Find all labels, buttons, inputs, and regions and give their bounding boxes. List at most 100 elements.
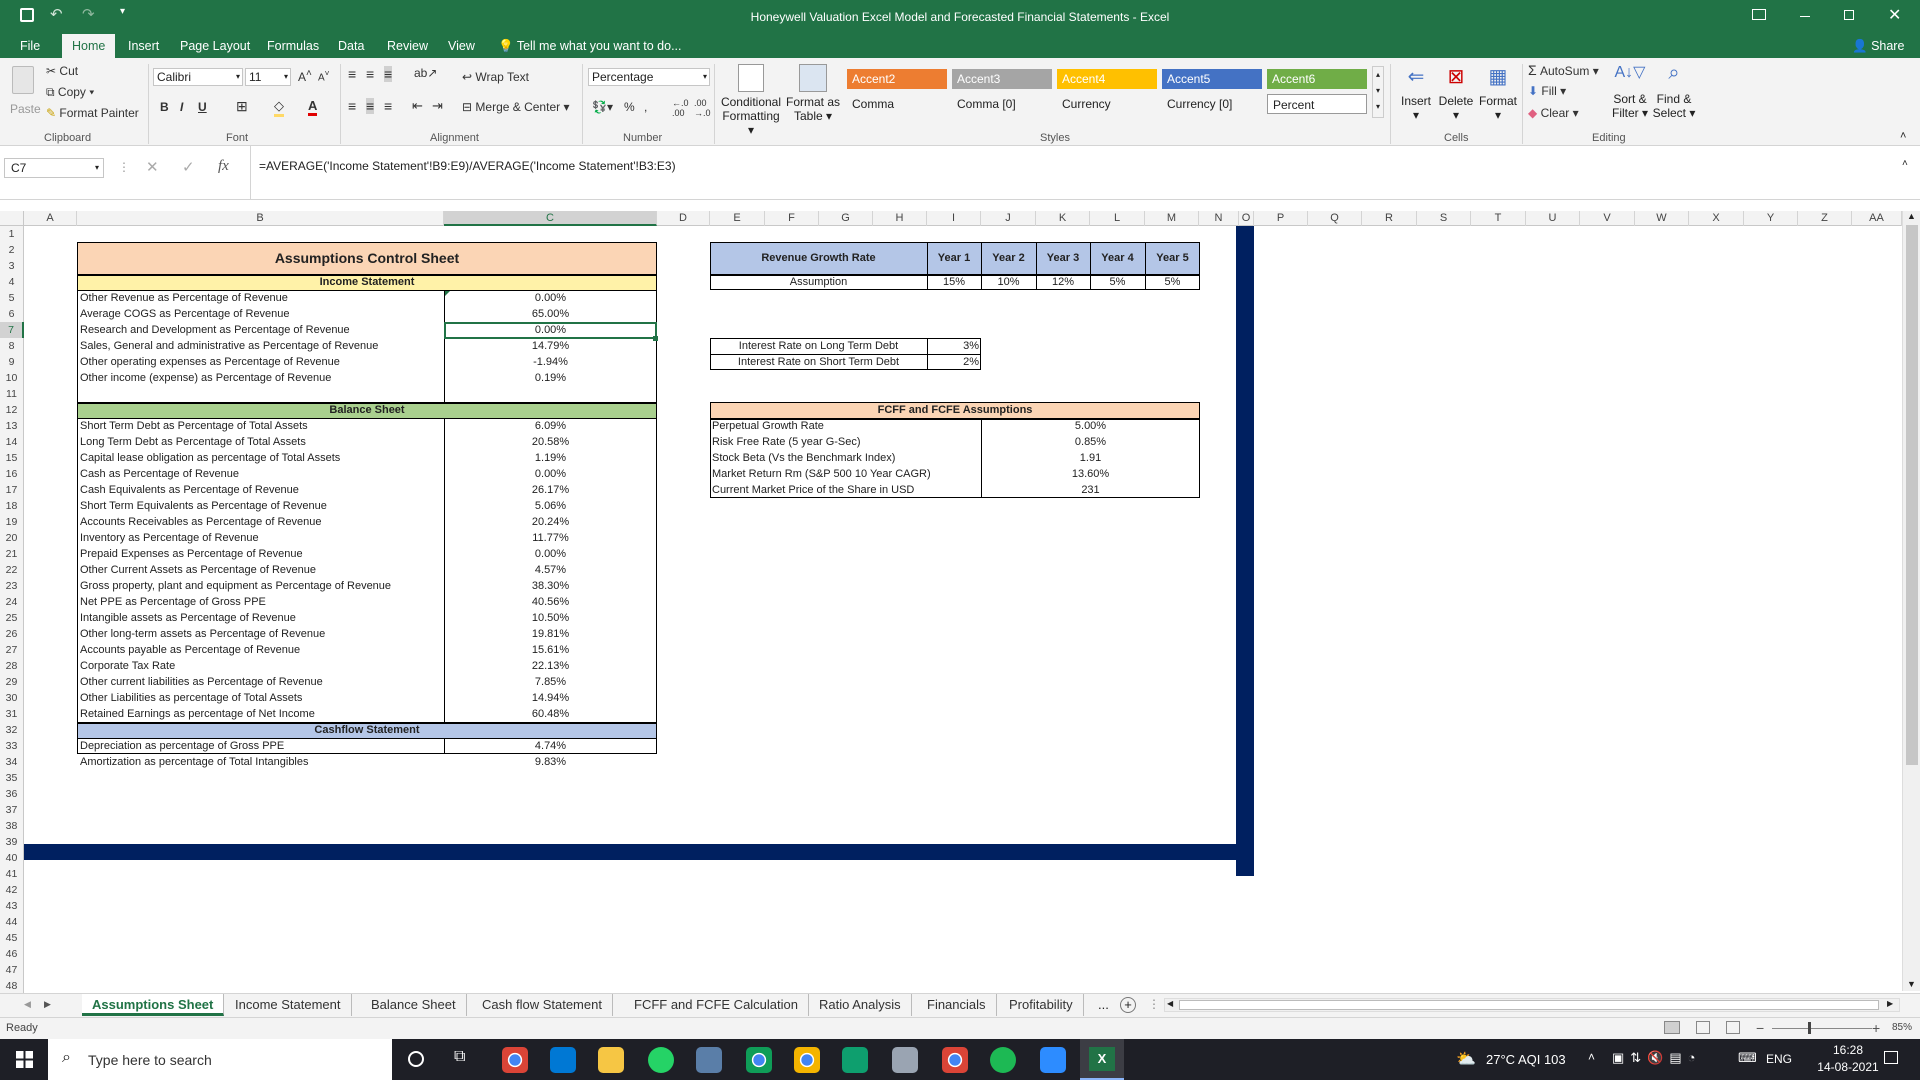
weather-text[interactable]: 27°C AQI 103 xyxy=(1486,1052,1566,1067)
tab-data[interactable]: Data xyxy=(338,34,364,58)
col-header[interactable]: A xyxy=(24,211,77,226)
taskbar-search-box[interactable]: ⌕ Type here to search xyxy=(48,1039,392,1080)
worksheet-grid[interactable]: A B C D E F G H I J K L M N O P Q R S T … xyxy=(0,211,1920,1001)
row-header[interactable]: 27 xyxy=(0,642,24,658)
align-middle-icon[interactable]: ≡ xyxy=(366,66,374,82)
zoom-slider-thumb[interactable] xyxy=(1808,1022,1811,1034)
italic-button[interactable]: I xyxy=(180,100,183,114)
sheet-tab-ratio[interactable]: Ratio Analysis xyxy=(809,994,912,1016)
fill-color-icon[interactable]: ◇ xyxy=(274,98,284,117)
row-header[interactable]: 31 xyxy=(0,706,24,722)
row-header[interactable]: 19 xyxy=(0,514,24,530)
notification-icon[interactable] xyxy=(1884,1051,1898,1064)
col-header[interactable]: D xyxy=(657,211,710,226)
increase-indent-icon[interactable]: ⇥ xyxy=(432,98,443,114)
number-format-select[interactable]: Percentage ▾ xyxy=(588,68,710,86)
more-options-icon[interactable]: ⋮ xyxy=(118,160,130,174)
insert-cells-button[interactable]: ⇐ Insert ▾ xyxy=(1398,64,1434,122)
normal-view-icon[interactable] xyxy=(1664,1021,1680,1034)
hscroll-thumb[interactable] xyxy=(1179,1000,1879,1010)
row-header[interactable]: 12 xyxy=(0,402,24,418)
scroll-thumb[interactable] xyxy=(1906,225,1918,765)
col-header[interactable]: W xyxy=(1635,211,1689,226)
row-header[interactable]: 18 xyxy=(0,498,24,514)
row-header[interactable]: 5 xyxy=(0,290,24,306)
col-header[interactable]: T xyxy=(1471,211,1526,226)
zoom-level[interactable]: 85% xyxy=(1892,1022,1912,1033)
cell-style-comma-0[interactable]: Comma [0] xyxy=(952,94,1052,114)
task-view-icon[interactable]: ⧉ xyxy=(454,1048,465,1066)
row-header[interactable]: 25 xyxy=(0,610,24,626)
col-header[interactable]: G xyxy=(819,211,873,226)
row-header[interactable]: 3 xyxy=(0,258,24,274)
row-header[interactable]: 48 xyxy=(0,978,24,994)
row-header[interactable]: 21 xyxy=(0,546,24,562)
fill-handle[interactable] xyxy=(653,336,658,341)
col-header[interactable]: X xyxy=(1689,211,1744,226)
col-header[interactable]: M xyxy=(1145,211,1199,226)
row-header[interactable]: 33 xyxy=(0,738,24,754)
sheet-tab-cashflow[interactable]: Cash flow Statement xyxy=(472,994,613,1016)
page-break-view-icon[interactable] xyxy=(1726,1021,1740,1034)
sheet-tab-income[interactable]: Income Statement xyxy=(225,994,352,1016)
name-box[interactable]: C7 ▾ xyxy=(4,158,104,178)
vertical-scrollbar[interactable]: ▲ ▼ xyxy=(1902,211,1920,991)
expand-formula-icon[interactable]: ˄ xyxy=(1902,158,1908,169)
row-header[interactable]: 45 xyxy=(0,930,24,946)
wrap-text-button[interactable]: ↩ Wrap Text xyxy=(462,70,529,84)
assumption-value[interactable]: 9.83% xyxy=(444,754,657,770)
copy-button[interactable]: ⧉ Copy ▾ xyxy=(46,85,94,100)
zoom-in-button[interactable]: + xyxy=(1872,1020,1880,1036)
horizontal-scrollbar[interactable]: ◀ ▶ xyxy=(1164,998,1900,1012)
conditional-formatting-button[interactable]: Conditional Formatting ▾ xyxy=(720,64,782,137)
collapse-ribbon-icon[interactable]: ˄ xyxy=(1900,130,1906,142)
row-header[interactable]: 41 xyxy=(0,866,24,882)
col-header[interactable]: H xyxy=(873,211,927,226)
row-header[interactable]: 22 xyxy=(0,562,24,578)
decrease-font-icon[interactable]: A˅ xyxy=(318,68,330,83)
cell-style-accent3[interactable]: Accent3 xyxy=(952,69,1052,89)
paste-button[interactable]: Paste xyxy=(8,64,41,124)
comma-style-button[interactable]: , xyxy=(644,100,647,114)
hscroll-right-icon[interactable]: ▶ xyxy=(1887,999,1893,1008)
cell-style-accent5[interactable]: Accent5 xyxy=(1162,69,1262,89)
cell-style-currency[interactable]: Currency xyxy=(1057,94,1157,114)
calculator-icon[interactable] xyxy=(842,1047,868,1073)
cell-style-comma[interactable]: Comma xyxy=(847,94,947,114)
tab-scroll-right-icon[interactable]: ▶ xyxy=(44,999,51,1010)
row-header[interactable]: 35 xyxy=(0,770,24,786)
enter-icon[interactable]: ✓ xyxy=(182,158,195,176)
zoom-app-icon[interactable] xyxy=(1040,1047,1066,1073)
row-header[interactable]: 40 xyxy=(0,850,24,866)
cell-style-currency-0[interactable]: Currency [0] xyxy=(1162,94,1262,114)
delete-cells-button[interactable]: ⊠ Delete ▾ xyxy=(1436,64,1476,122)
tab-page-layout[interactable]: Page Layout xyxy=(180,34,250,58)
tab-insert[interactable]: Insert xyxy=(128,34,159,58)
windows-start-icon[interactable] xyxy=(16,1051,33,1068)
row-header[interactable]: 39 xyxy=(0,834,24,850)
sheet-tab-profitability[interactable]: Profitability xyxy=(999,994,1084,1016)
insert-function-icon[interactable]: fx xyxy=(218,158,229,175)
col-header[interactable]: N xyxy=(1199,211,1239,226)
bold-button[interactable]: B xyxy=(160,100,169,114)
share-button[interactable]: 👤 Share xyxy=(1852,34,1904,58)
chrome-profile-2-icon[interactable] xyxy=(794,1047,820,1073)
row-header[interactable]: 1 xyxy=(0,226,24,242)
zoom-out-button[interactable]: − xyxy=(1756,1020,1764,1036)
cell-style-percent[interactable]: Percent xyxy=(1267,94,1367,114)
tab-formulas[interactable]: Formulas xyxy=(267,34,319,58)
sheet-tab-balance[interactable]: Balance Sheet xyxy=(361,994,467,1016)
format-as-table-button[interactable]: Format as Table ▾ xyxy=(786,64,840,123)
more-tabs-ellipsis[interactable]: ... xyxy=(1098,997,1109,1012)
selected-cell-c7[interactable] xyxy=(444,322,657,339)
orientation-icon[interactable]: ab↗ xyxy=(414,66,437,80)
format-painter-button[interactable]: ✎ Format Painter xyxy=(46,106,139,120)
row-header[interactable]: 11 xyxy=(0,386,24,402)
styles-scroll-icon[interactable]: ▴ ▾ ▾ xyxy=(1372,66,1384,118)
col-header[interactable]: R xyxy=(1362,211,1417,226)
minimize-icon[interactable] xyxy=(1800,16,1810,17)
sort-filter-button[interactable]: A↓▽ Sort & Filter ▾ xyxy=(1608,62,1652,120)
clear-button[interactable]: ◆ Clear ▾ xyxy=(1528,106,1579,120)
row-header[interactable]: 38 xyxy=(0,818,24,834)
row-header[interactable]: 32 xyxy=(0,722,24,738)
